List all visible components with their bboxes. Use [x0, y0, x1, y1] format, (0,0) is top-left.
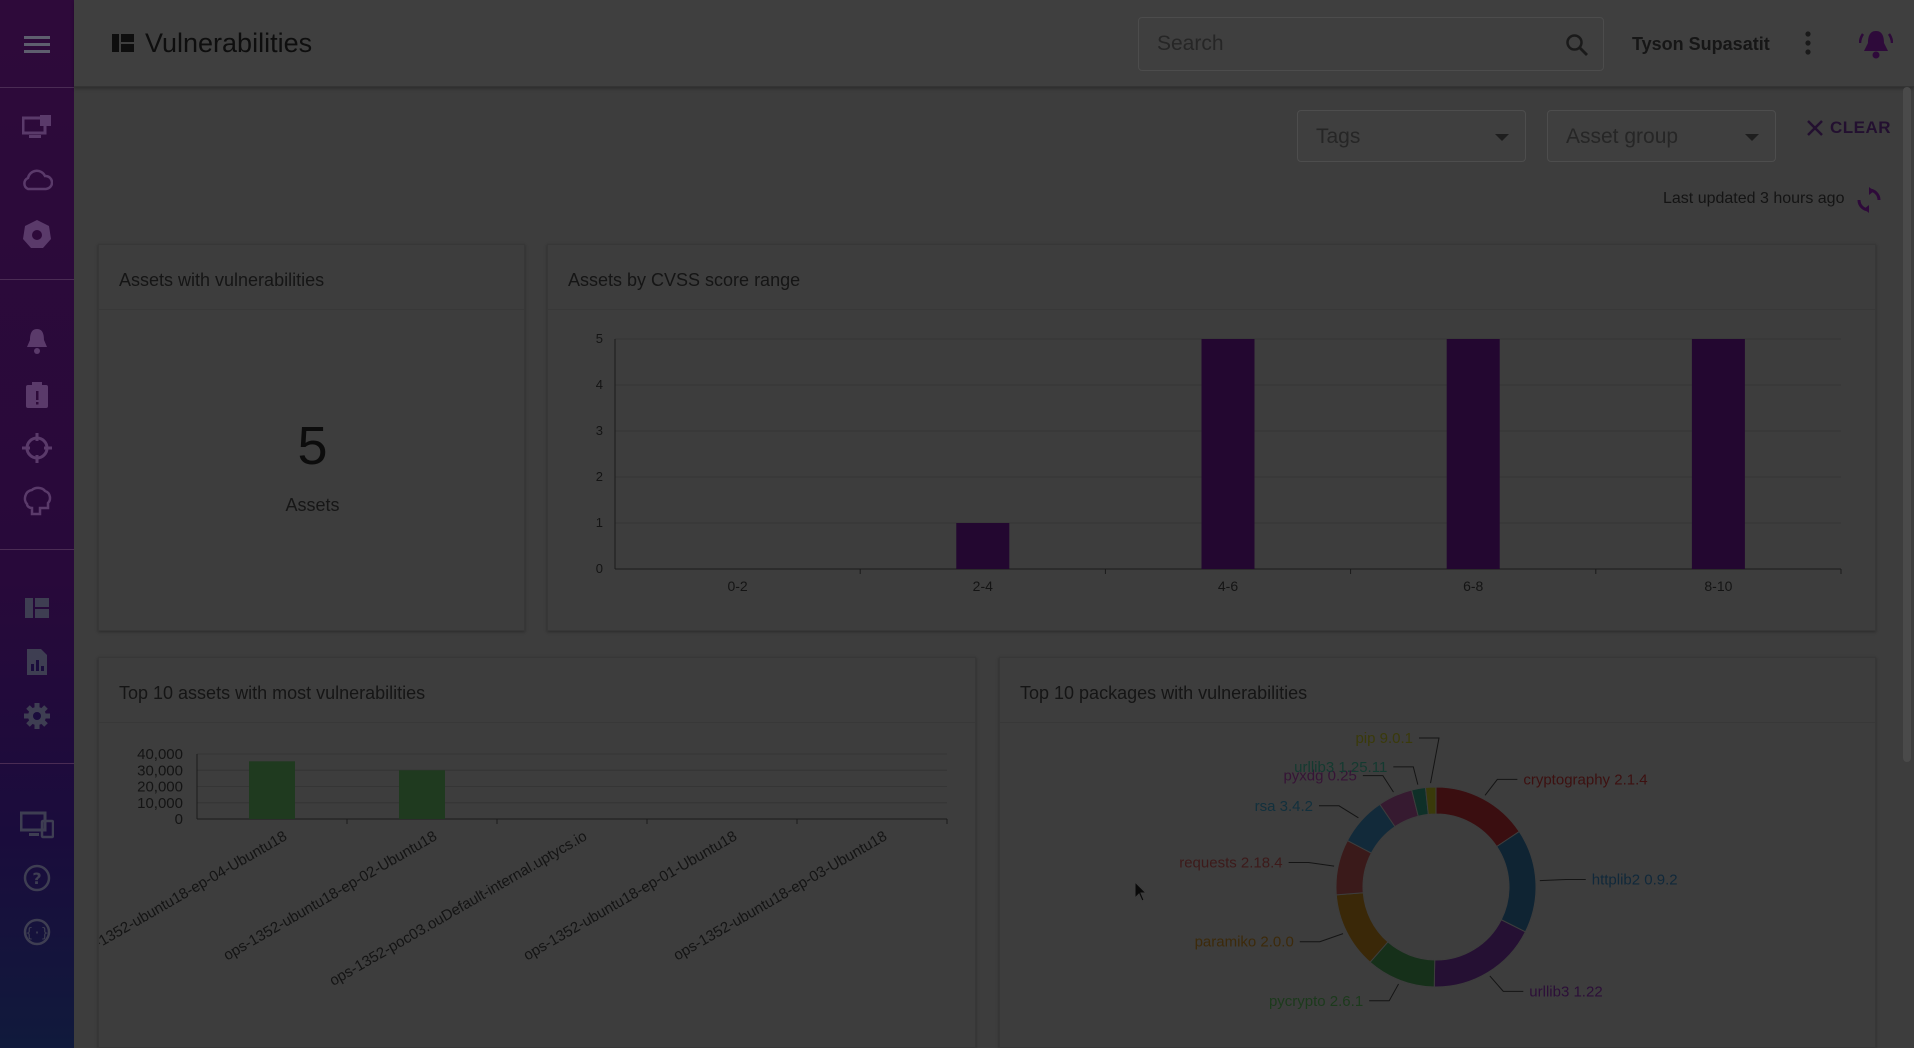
tags-dropdown-label: Tags [1316, 125, 1361, 148]
y-tick-label: 2 [596, 469, 603, 484]
y-tick-label: 20,000 [137, 779, 183, 796]
search-icon[interactable] [1565, 33, 1589, 62]
x-tick-label: ops-1352-poc03.ouDefault-internal.uptycs… [327, 828, 590, 990]
slice-label: urllib3 1.22 [1529, 983, 1602, 1000]
clear-button-label: CLEAR [1830, 118, 1892, 137]
search-input[interactable] [1157, 31, 1537, 57]
donut-slice [1435, 786, 1520, 848]
dashboard-title-icon [112, 34, 134, 57]
report-icon[interactable] [0, 635, 74, 689]
cvss-bar [1691, 339, 1745, 569]
asset-bar [249, 761, 295, 819]
api-braces-icon[interactable]: {·} [0, 905, 74, 959]
x-tick-label: 4-6 [1218, 578, 1238, 594]
y-tick-label: 4 [596, 377, 603, 392]
crosshair-icon[interactable] [0, 421, 74, 475]
top-assets-bar-chart: 010,00020,00030,00040,000ops-1352-ubuntu… [99, 746, 948, 990]
last-updated-text: Last updated 3 hours ago [1663, 190, 1845, 207]
asset-bar [399, 770, 445, 819]
leader-line [1419, 737, 1440, 784]
slice-label: urllib3 1.25.11 [1294, 759, 1387, 776]
y-tick-label: 3 [596, 423, 603, 438]
asset-group-dropdown[interactable]: Asset group [1547, 110, 1776, 162]
card-title: Top 10 assets with most vulnerabilities [119, 683, 426, 703]
x-tick-label: 6-8 [1463, 578, 1483, 594]
slice-label: httplib2 0.9.2 [1592, 872, 1678, 889]
devices-icon[interactable] [0, 100, 74, 154]
y-tick-label: 10,000 [137, 795, 183, 812]
leader-line [1484, 778, 1518, 796]
svg-text:?: ? [32, 869, 41, 888]
cvss-bar [956, 523, 1010, 569]
kubernetes-icon[interactable] [0, 207, 74, 261]
y-tick-label: 40,000 [137, 746, 183, 763]
mouse-cursor-icon [1134, 880, 1148, 908]
x-tick-label: 8-10 [1704, 578, 1732, 594]
more-options-icon[interactable] [1804, 30, 1812, 61]
tags-dropdown[interactable]: Tags [1297, 110, 1526, 162]
close-icon [1807, 120, 1823, 136]
slice-label: pycrypto 2.6.1 [1269, 993, 1363, 1010]
x-tick-label: 2-4 [973, 578, 993, 594]
x-tick-label: 0-2 [727, 578, 747, 594]
slice-label: pip 9.0.1 [1355, 730, 1413, 747]
clipboard-alert-icon[interactable] [0, 368, 74, 422]
sidebar: ? {·} [0, 0, 74, 1048]
monitor-devices-icon[interactable] [0, 798, 74, 852]
cvss-bar-chart: 0 1 2 3 4 5 0-2 2-4 4-6 6-8 8-10 [596, 331, 1842, 594]
cloud-icon[interactable] [0, 153, 74, 207]
y-tick-label: 0 [596, 561, 603, 576]
leader-line [1288, 862, 1335, 867]
leader-line [1299, 933, 1344, 943]
leader-line [1539, 879, 1586, 882]
leader-line [1393, 766, 1419, 785]
clear-button[interactable]: CLEAR [1806, 118, 1891, 138]
y-tick-label: 1 [596, 515, 603, 530]
slice-label: cryptography 2.1.4 [1523, 771, 1647, 788]
card-title: Top 10 packages with vulnerabilities [1020, 683, 1308, 703]
leader-line [1489, 975, 1524, 992]
notifications-bell-icon[interactable] [1858, 28, 1894, 65]
donut-slice [1433, 919, 1527, 988]
user-name[interactable]: Tyson Supasatit [1632, 34, 1770, 55]
top-assets-card: Top 10 assets with most vulnerabilities … [98, 657, 976, 1048]
settings-gear-icon[interactable] [0, 689, 74, 743]
dashboard-icon[interactable] [0, 581, 74, 635]
svg-text:{·}: {·} [25, 926, 48, 941]
slice-label: rsa 3.4.2 [1255, 798, 1313, 815]
asset-count-label: Assets [285, 495, 340, 515]
assets-with-vulnerabilities-card: Assets with vulnerabilities 5 Assets [98, 244, 525, 631]
help-icon[interactable]: ? [0, 851, 74, 905]
y-tick-label: 0 [175, 811, 183, 828]
page-scrollbar[interactable] [1903, 87, 1911, 762]
alerts-bell-icon[interactable] [0, 314, 74, 368]
donut-slice [1496, 830, 1537, 933]
top-packages-card: Top 10 packages with vulnerabilities cry… [999, 657, 1876, 1048]
slice-label: requests 2.18.4 [1179, 855, 1282, 872]
page-title: Vulnerabilities [145, 28, 313, 58]
cvss-bar [1201, 339, 1255, 569]
y-tick-label: 30,000 [137, 762, 183, 779]
cvss-score-card: Assets by CVSS score range 0 1 2 3 4 5 0-2 2-4 4… [547, 244, 1876, 631]
menu-icon[interactable] [0, 17, 74, 71]
top-packages-donut-chart: cryptography 2.1.4 httplib2 0.9.2 urllib3 … [1179, 730, 1678, 1010]
chevron-down-icon [1495, 134, 1509, 141]
asset-count: 5 [297, 416, 328, 476]
refresh-icon[interactable] [1857, 187, 1881, 218]
y-tick-label: 5 [596, 331, 603, 346]
search-box[interactable] [1138, 17, 1604, 71]
card-title: Assets by CVSS score range [568, 270, 801, 290]
asset-group-dropdown-label: Asset group [1566, 125, 1679, 148]
leader-line [1369, 983, 1399, 1002]
chevron-down-icon [1745, 134, 1759, 141]
cvss-bar [1446, 339, 1500, 569]
card-title: Assets with vulnerabilities [119, 270, 325, 290]
leader-line [1362, 775, 1394, 793]
leader-line [1318, 805, 1359, 819]
slice-label: paramiko 2.0.0 [1195, 934, 1294, 951]
brain-icon[interactable] [0, 474, 74, 528]
